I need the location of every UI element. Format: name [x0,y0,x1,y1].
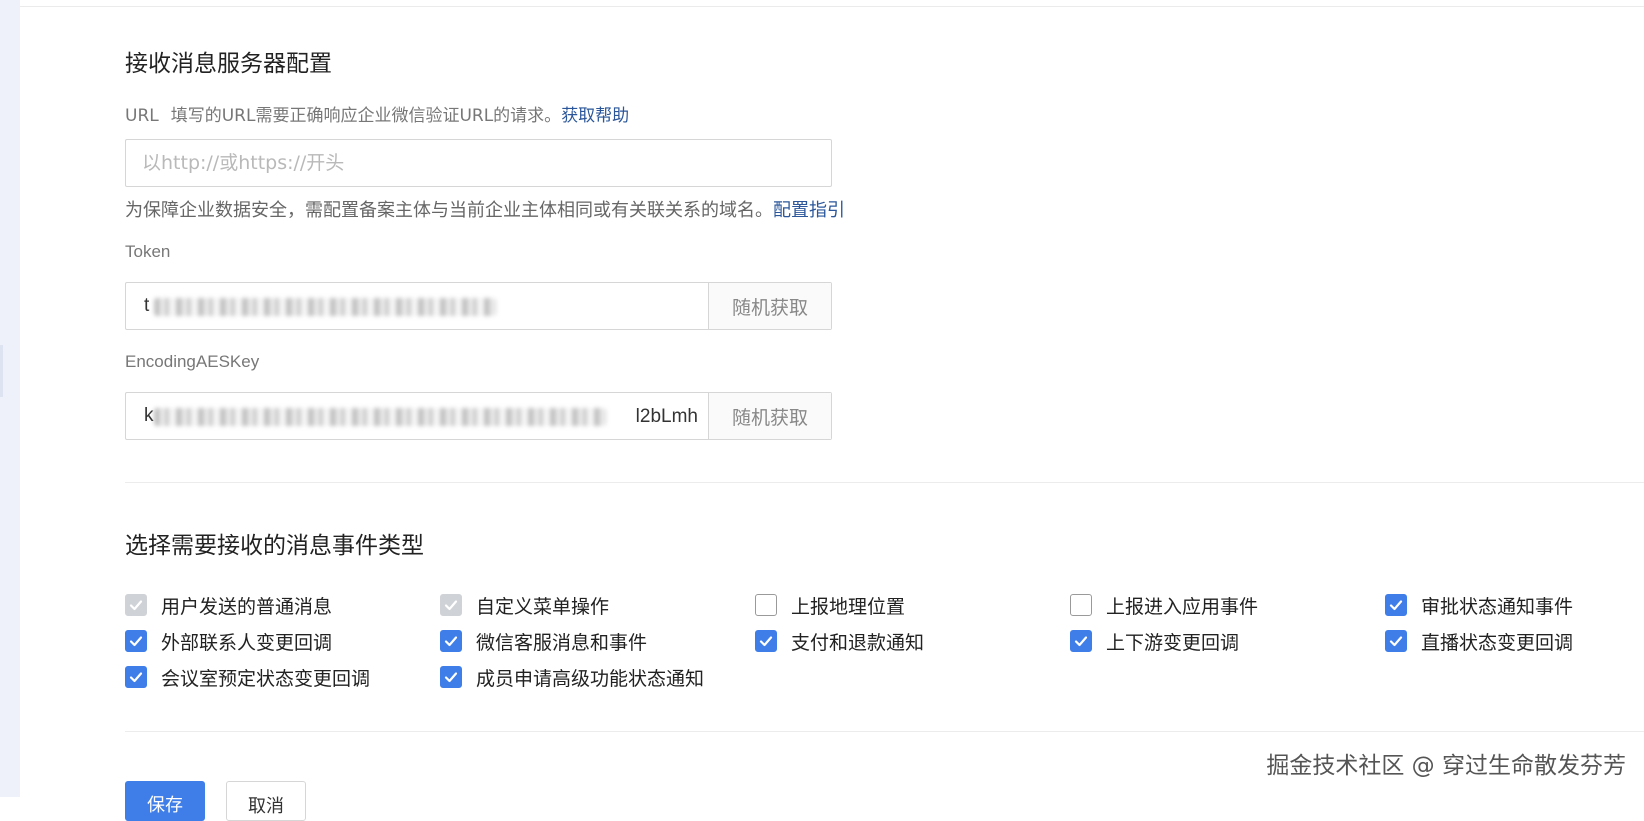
domain-note: 为保障企业数据安全，需配置备案主体与当前企业主体相同或有关联关系的域名。配置指引 [125,196,845,222]
checkbox-empty-icon[interactable] [1070,594,1092,616]
events-title: 选择需要接收的消息事件类型 [125,533,424,559]
left-sidebar-strip [0,0,20,797]
save-button[interactable]: 保存 [125,781,205,821]
event-checkbox-label: 上下游变更回调 [1106,631,1240,654]
checkbox-checked-icon[interactable] [125,666,147,688]
checkbox-checked-icon[interactable] [1070,630,1092,652]
event-checkbox-label: 成员申请高级功能状态通知 [476,667,705,690]
server-config-title: 接收消息服务器配置 [125,51,332,77]
token-redaction-blur [154,298,496,316]
event-checkbox-label: 自定义菜单操作 [476,595,610,618]
event-checkbox-label: 上报进入应用事件 [1106,595,1259,618]
token-visible-text: t [144,295,150,316]
aes-key-redaction-blur [154,408,606,426]
url-hint: URL 填写的URL需要正确响应企业微信验证URL的请求。获取帮助 [125,101,629,126]
help-link[interactable]: 获取帮助 [561,106,629,126]
event-checkbox-label: 用户发送的普通消息 [161,595,333,618]
event-checkbox-label: 直播状态变更回调 [1421,631,1574,654]
cancel-button[interactable]: 取消 [226,781,306,821]
event-checkbox-item[interactable]: 支付和退款通知 [755,628,1070,654]
event-checkbox-item: 用户发送的普通消息 [125,592,440,618]
checkbox-checked-icon[interactable] [1385,630,1407,652]
event-checkbox-item[interactable]: 外部联系人变更回调 [125,628,440,654]
event-checkbox-label: 支付和退款通知 [791,631,925,654]
token-field-row: t 随机获取 [125,282,832,330]
url-input[interactable] [125,139,832,187]
aes-key-label: EncodingAESKey [125,352,260,371]
event-checkbox-item[interactable]: 直播状态变更回调 [1385,628,1644,654]
event-checkbox-item[interactable]: 上报进入应用事件 [1070,592,1385,618]
domain-note-text: 为保障企业数据安全，需配置备案主体与当前企业主体相同或有关联关系的域名。 [125,200,773,221]
checkbox-checked-icon[interactable] [125,630,147,652]
checkbox-checked-icon [125,594,147,616]
event-checkbox-label: 外部联系人变更回调 [161,631,333,654]
url-label: URL [125,106,159,126]
event-checkbox-item[interactable]: 会议室预定状态变更回调 [125,664,440,690]
event-checkbox-item[interactable]: 上下游变更回调 [1070,628,1385,654]
event-checkbox-item[interactable]: 成员申请高级功能状态通知 [440,664,755,690]
checkbox-empty-icon[interactable] [755,594,777,616]
token-input[interactable]: t [126,283,708,329]
event-checkbox-item[interactable]: 上报地理位置 [755,592,1070,618]
checkbox-checked-icon[interactable] [440,666,462,688]
event-checkbox-item[interactable]: 微信客服消息和事件 [440,628,755,654]
top-divider [20,6,1644,7]
sidebar-scroll-indicator [0,345,3,397]
aes-key-visible-end: l2bLmh [635,406,698,427]
url-hint-text: 填写的URL需要正确响应企业微信验证URL的请求。 [170,106,562,126]
actions-divider [125,731,1644,732]
section-divider [125,482,1644,483]
checkbox-checked-icon [440,594,462,616]
config-guide-link[interactable]: 配置指引 [773,200,845,221]
watermark-text: 掘金技术社区 @ 穿过生命散发芬芳 [1266,753,1626,779]
token-random-button[interactable]: 随机获取 [708,283,831,329]
event-checkbox-item[interactable]: 审批状态通知事件 [1385,592,1644,618]
event-checkbox-label: 微信客服消息和事件 [476,631,648,654]
checkbox-checked-icon[interactable] [440,630,462,652]
event-checkbox-label: 审批状态通知事件 [1421,595,1574,618]
event-checkbox-label: 会议室预定状态变更回调 [161,667,371,690]
event-checkbox-item: 自定义菜单操作 [440,592,755,618]
event-checkbox-grid: 用户发送的普通消息 自定义菜单操作 上报地理位置 上报进入应用事件 审批状态通知事件外部… [125,592,1635,690]
aes-key-input[interactable]: k l2bLmh [126,393,708,439]
aes-key-field-row: k l2bLmh 随机获取 [125,392,832,440]
aes-key-random-button[interactable]: 随机获取 [708,393,831,439]
token-label: Token [125,242,171,261]
checkbox-checked-icon[interactable] [755,630,777,652]
checkbox-checked-icon[interactable] [1385,594,1407,616]
event-checkbox-label: 上报地理位置 [791,595,906,618]
aes-key-visible-start: k [144,405,154,426]
